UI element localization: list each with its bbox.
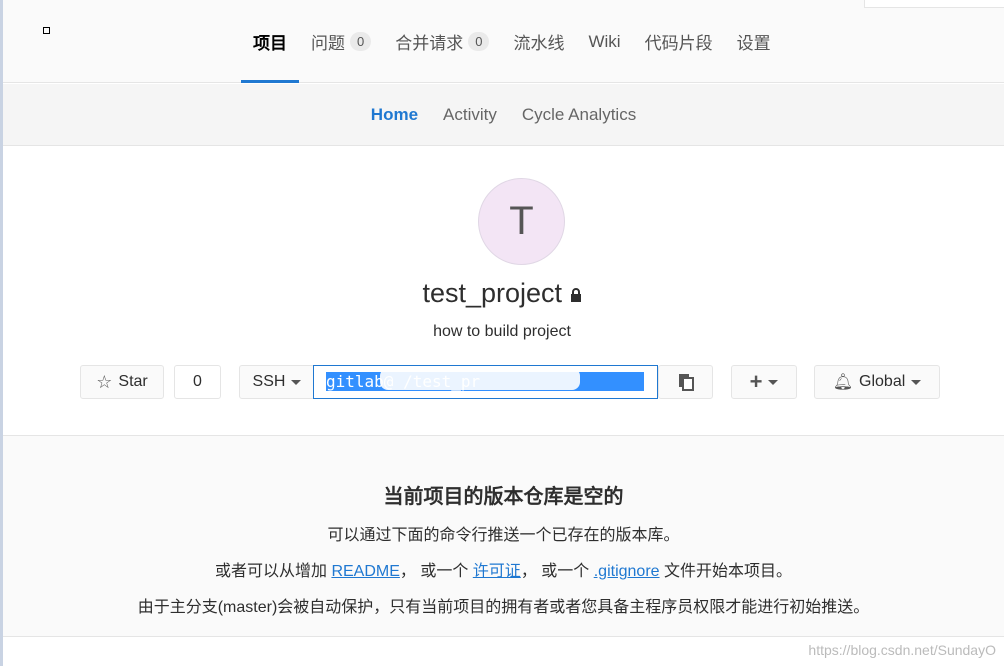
text: 文件开始本项目。 bbox=[659, 563, 792, 580]
issues-count-badge: 0 bbox=[350, 32, 372, 51]
empty-line-2: 或者可以从增加 README， 或一个 许可证， 或一个 .gitignore … bbox=[3, 557, 1004, 581]
star-icon: ☆ bbox=[96, 371, 113, 392]
project-nav: 项目 问题 0 合并请求 0 流水线 Wiki 代码片段 设置 bbox=[3, 0, 1004, 83]
text: 或者可以从增加 bbox=[214, 563, 332, 580]
readme-link[interactable]: README bbox=[331, 563, 399, 580]
bell-icon: 🔔︎ bbox=[832, 374, 854, 391]
add-dropdown[interactable]: + bbox=[731, 365, 797, 399]
tab-settings[interactable]: 设置 bbox=[725, 0, 783, 83]
protocol-label: SSH bbox=[252, 373, 286, 390]
notification-dropdown[interactable]: 🔔︎ Global bbox=[814, 365, 940, 399]
tab-issues[interactable]: 问题 0 bbox=[299, 0, 383, 83]
gitignore-link[interactable]: .gitignore bbox=[594, 563, 660, 580]
star-button[interactable]: ☆ Star bbox=[80, 365, 164, 399]
chevron-down-icon bbox=[911, 379, 922, 385]
empty-line-1: 可以通过下面的命令行推送一个已存在的版本库。 bbox=[327, 527, 680, 544]
watermark: https://blog.csdn.net/SundayO bbox=[808, 642, 996, 658]
tab-label: 问题 bbox=[311, 34, 345, 53]
project-name: test_project bbox=[422, 278, 563, 308]
project-title: test_project bbox=[0, 278, 1004, 309]
tab-label: 代码片段 bbox=[644, 34, 713, 53]
text: ， 或一个 bbox=[399, 563, 473, 580]
chevron-down-icon bbox=[291, 379, 302, 385]
lock-icon bbox=[570, 288, 581, 302]
project-avatar: T bbox=[478, 178, 565, 265]
tab-label: 项目 bbox=[253, 34, 287, 53]
star-label: Star bbox=[118, 373, 148, 390]
sub-nav: Home Activity Cycle Analytics bbox=[3, 84, 1004, 146]
tab-merge-requests[interactable]: 合并请求 0 bbox=[383, 0, 501, 83]
tab-pipelines[interactable]: 流水线 bbox=[501, 0, 576, 83]
tab-label: 合并请求 bbox=[395, 34, 464, 53]
text: ， 或一个 bbox=[520, 563, 594, 580]
chevron-down-icon bbox=[768, 379, 779, 385]
tab-label: 设置 bbox=[736, 34, 771, 53]
empty-repo-notice: 当前项目的版本仓库是空的 可以通过下面的命令行推送一个已存在的版本库。 或者可以… bbox=[3, 435, 1004, 637]
tab-project[interactable]: 项目 bbox=[241, 0, 299, 83]
license-link[interactable]: 许可证 bbox=[473, 563, 521, 580]
placeholder-glyph bbox=[43, 27, 50, 34]
protocol-dropdown[interactable]: SSH bbox=[239, 365, 315, 399]
subtab-cycle-analytics[interactable]: Cycle Analytics bbox=[522, 105, 636, 125]
empty-title: 当前项目的版本仓库是空的 bbox=[383, 486, 624, 508]
plus-icon: + bbox=[749, 369, 763, 394]
clipboard-icon bbox=[678, 374, 694, 391]
project-description: how to build project bbox=[433, 323, 571, 340]
tab-snippets[interactable]: 代码片段 bbox=[633, 0, 725, 83]
copy-url-button[interactable] bbox=[658, 365, 713, 399]
redaction bbox=[380, 368, 580, 390]
star-count[interactable]: 0 bbox=[174, 365, 221, 399]
tab-label: 流水线 bbox=[513, 34, 565, 53]
notification-label: Global bbox=[859, 373, 906, 390]
mr-count-badge: 0 bbox=[468, 32, 490, 51]
corner-box bbox=[864, 0, 1004, 8]
tab-wiki[interactable]: Wiki bbox=[576, 0, 632, 83]
subtab-home[interactable]: Home bbox=[371, 105, 418, 125]
subtab-activity[interactable]: Activity bbox=[443, 105, 497, 125]
tab-label: Wiki bbox=[588, 31, 621, 51]
empty-line-3: 由于主分支(master)会被自动保护，只有当前项目的拥有者或者您具备主程序员权… bbox=[137, 599, 870, 616]
